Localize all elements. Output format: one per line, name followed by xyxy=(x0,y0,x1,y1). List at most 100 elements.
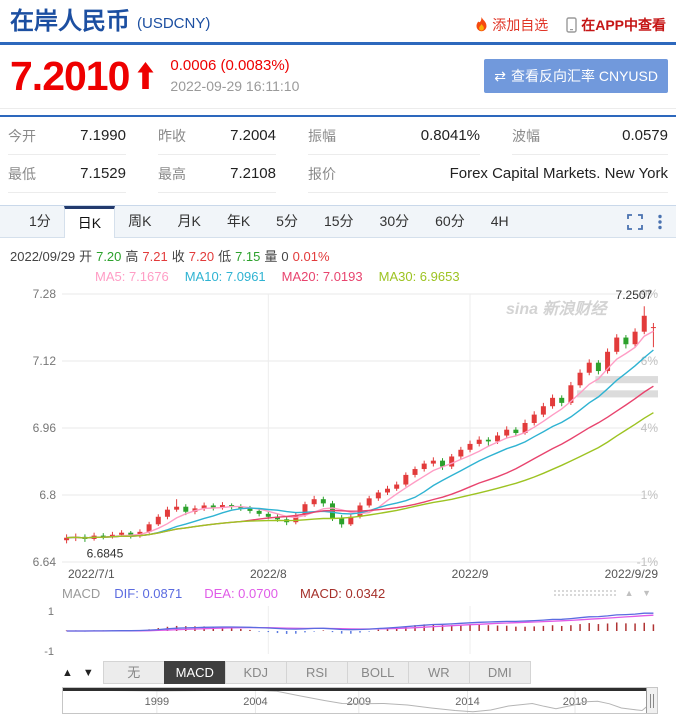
fullscreen-icon[interactable] xyxy=(627,213,643,230)
candle xyxy=(513,429,519,434)
candle xyxy=(119,532,125,535)
tab-0[interactable]: 1分 xyxy=(16,206,64,237)
indicator-button-6[interactable]: DMI xyxy=(468,661,531,684)
candle xyxy=(265,513,271,517)
main-candlestick-chart[interactable]: 7.287.126.966.86.64sina 新浪财经9%6%4%1%-1%6… xyxy=(0,284,676,584)
stat-label: 最高 xyxy=(158,165,186,182)
flame-icon xyxy=(476,17,487,32)
stat-value: 7.1529 xyxy=(80,165,126,182)
macd-title: MACD xyxy=(62,585,101,601)
page-title: 在岸人民币 xyxy=(10,8,130,35)
stat-cell-0-3: 波幅 0.0579 xyxy=(512,117,668,155)
tab-9[interactable]: 4H xyxy=(478,206,522,237)
candle xyxy=(614,337,620,352)
info-label: 高 xyxy=(125,249,139,264)
high-annotation: 7.2507 xyxy=(616,288,653,302)
svg-text:2014: 2014 xyxy=(455,696,479,708)
candle xyxy=(641,315,647,332)
tab-1[interactable]: 日K xyxy=(63,206,116,238)
last-price: 7.2010 xyxy=(10,53,130,99)
candle xyxy=(458,449,464,457)
scroll-down-button[interactable]: ▼ xyxy=(83,667,94,679)
candle xyxy=(412,469,418,475)
stat-value: Forex Capital Markets. New York xyxy=(449,165,668,182)
swap-icon: ⇄ xyxy=(494,67,506,84)
stat-cell-0-2: 振幅 0.8041% xyxy=(308,117,480,155)
ma-legend-item: MA10: 7.0961 xyxy=(184,269,266,284)
reverse-rate-button[interactable]: ⇄ 查看反向汇率 CNYUSD xyxy=(484,59,668,93)
svg-text:2009: 2009 xyxy=(347,696,371,708)
view-in-app-button[interactable]: 在APP中查看 xyxy=(566,15,666,35)
svg-text:1999: 1999 xyxy=(145,696,169,708)
candle xyxy=(650,327,656,329)
more-menu-icon[interactable] xyxy=(658,214,662,230)
svg-text:6%: 6% xyxy=(641,354,659,368)
svg-text:7.28: 7.28 xyxy=(33,287,57,301)
macd-legend-item: MACD: 0.0342 xyxy=(299,585,386,601)
add-watchlist-button[interactable]: 添加自选 xyxy=(475,15,548,35)
indicator-button-0[interactable]: 无 xyxy=(102,661,165,684)
indicator-button-4[interactable]: BOLL xyxy=(346,661,409,684)
reverse-rate-label: 查看反向汇率 CNYUSD xyxy=(510,68,658,84)
low-annotation: 6.6845 xyxy=(87,546,124,560)
indicator-button-3[interactable]: RSI xyxy=(285,661,348,684)
view-in-app-label: 在APP中查看 xyxy=(581,17,666,33)
tab-5[interactable]: 5分 xyxy=(263,206,311,237)
candle xyxy=(421,463,427,470)
ohlc-info-bar: 2022/09/29 开 7.20 高 7.21 收 7.20 低 7.15 量 0 0.01% xyxy=(0,238,676,265)
stat-value: 0.0579 xyxy=(622,127,668,144)
info-value: 7.20 xyxy=(188,249,215,264)
candle xyxy=(164,509,170,517)
price-change: 0.0006 (0.0083%) xyxy=(170,57,290,74)
candle xyxy=(394,484,400,489)
candle xyxy=(504,429,510,436)
dotted-pattern xyxy=(552,589,617,597)
tab-8[interactable]: 60分 xyxy=(422,206,478,237)
quote-section: 7.2010 0.0006 (0.0083%) 2022-09-29 16:11… xyxy=(0,45,676,109)
tab-4[interactable]: 年K xyxy=(214,206,263,237)
svg-text:2022/7/1: 2022/7/1 xyxy=(68,567,115,581)
navigator-minichart: 1999 2004 2009 2014 2019 xyxy=(63,688,657,713)
candle xyxy=(485,439,491,442)
macd-values: DIF: 0.0871 DEA: 0.0700 MACD: 0.0342 xyxy=(114,586,407,601)
candle xyxy=(430,460,436,464)
navigator-handle[interactable] xyxy=(646,688,657,713)
macd-legend-item: DEA: 0.0700 xyxy=(204,585,278,601)
candle xyxy=(339,518,345,525)
stat-value: 0.8041% xyxy=(420,127,480,144)
candle xyxy=(403,474,409,485)
candle xyxy=(595,362,601,372)
indicator-button-5[interactable]: WR xyxy=(407,661,470,684)
tab-3[interactable]: 月K xyxy=(164,206,213,237)
macd-collapse-arrows[interactable]: ▲ ▼ xyxy=(625,588,654,598)
candle xyxy=(531,414,537,423)
scroll-up-button[interactable]: ▲ xyxy=(62,667,73,679)
indicator-button-2[interactable]: KDJ xyxy=(224,661,287,684)
stat-cell-1-0: 最低 7.1529 xyxy=(8,155,126,193)
indicator-button-1[interactable]: MACD xyxy=(163,661,226,684)
stat-label: 报价 xyxy=(308,165,336,182)
info-label: 量 xyxy=(264,249,278,264)
svg-text:1%: 1% xyxy=(641,488,659,502)
candle xyxy=(467,443,473,450)
date-range-navigator[interactable]: 1999 2004 2009 2014 2019 xyxy=(62,687,658,714)
tab-2[interactable]: 周K xyxy=(115,206,164,237)
macd-chart[interactable]: 1 -1 xyxy=(0,602,676,658)
ma-legend-item: MA5: 7.1676 xyxy=(95,269,169,284)
tab-6[interactable]: 15分 xyxy=(311,206,367,237)
macd-legend-item: DIF: 0.0871 xyxy=(114,585,183,601)
stat-cell-0-0: 今开 7.1990 xyxy=(8,117,126,155)
svg-text:4%: 4% xyxy=(641,421,659,435)
tab-7[interactable]: 30分 xyxy=(367,206,423,237)
ma-legend: MA5: 7.1676 MA10: 7.0961 MA20: 7.0193 MA30:… xyxy=(0,265,676,284)
candle xyxy=(311,499,317,505)
candle xyxy=(366,498,372,506)
stat-label: 振幅 xyxy=(308,127,336,144)
dif-line xyxy=(66,612,654,632)
indicator-selector: ▲ ▼ 无 MACD KDJ RSI BOLL WR DMI xyxy=(62,661,676,684)
candle xyxy=(577,372,583,386)
info-value: 7.21 xyxy=(142,249,168,264)
candle xyxy=(375,492,381,499)
candle xyxy=(476,439,482,444)
stat-cell-1-2: 报价 Forex Capital Markets. New York xyxy=(308,155,668,193)
